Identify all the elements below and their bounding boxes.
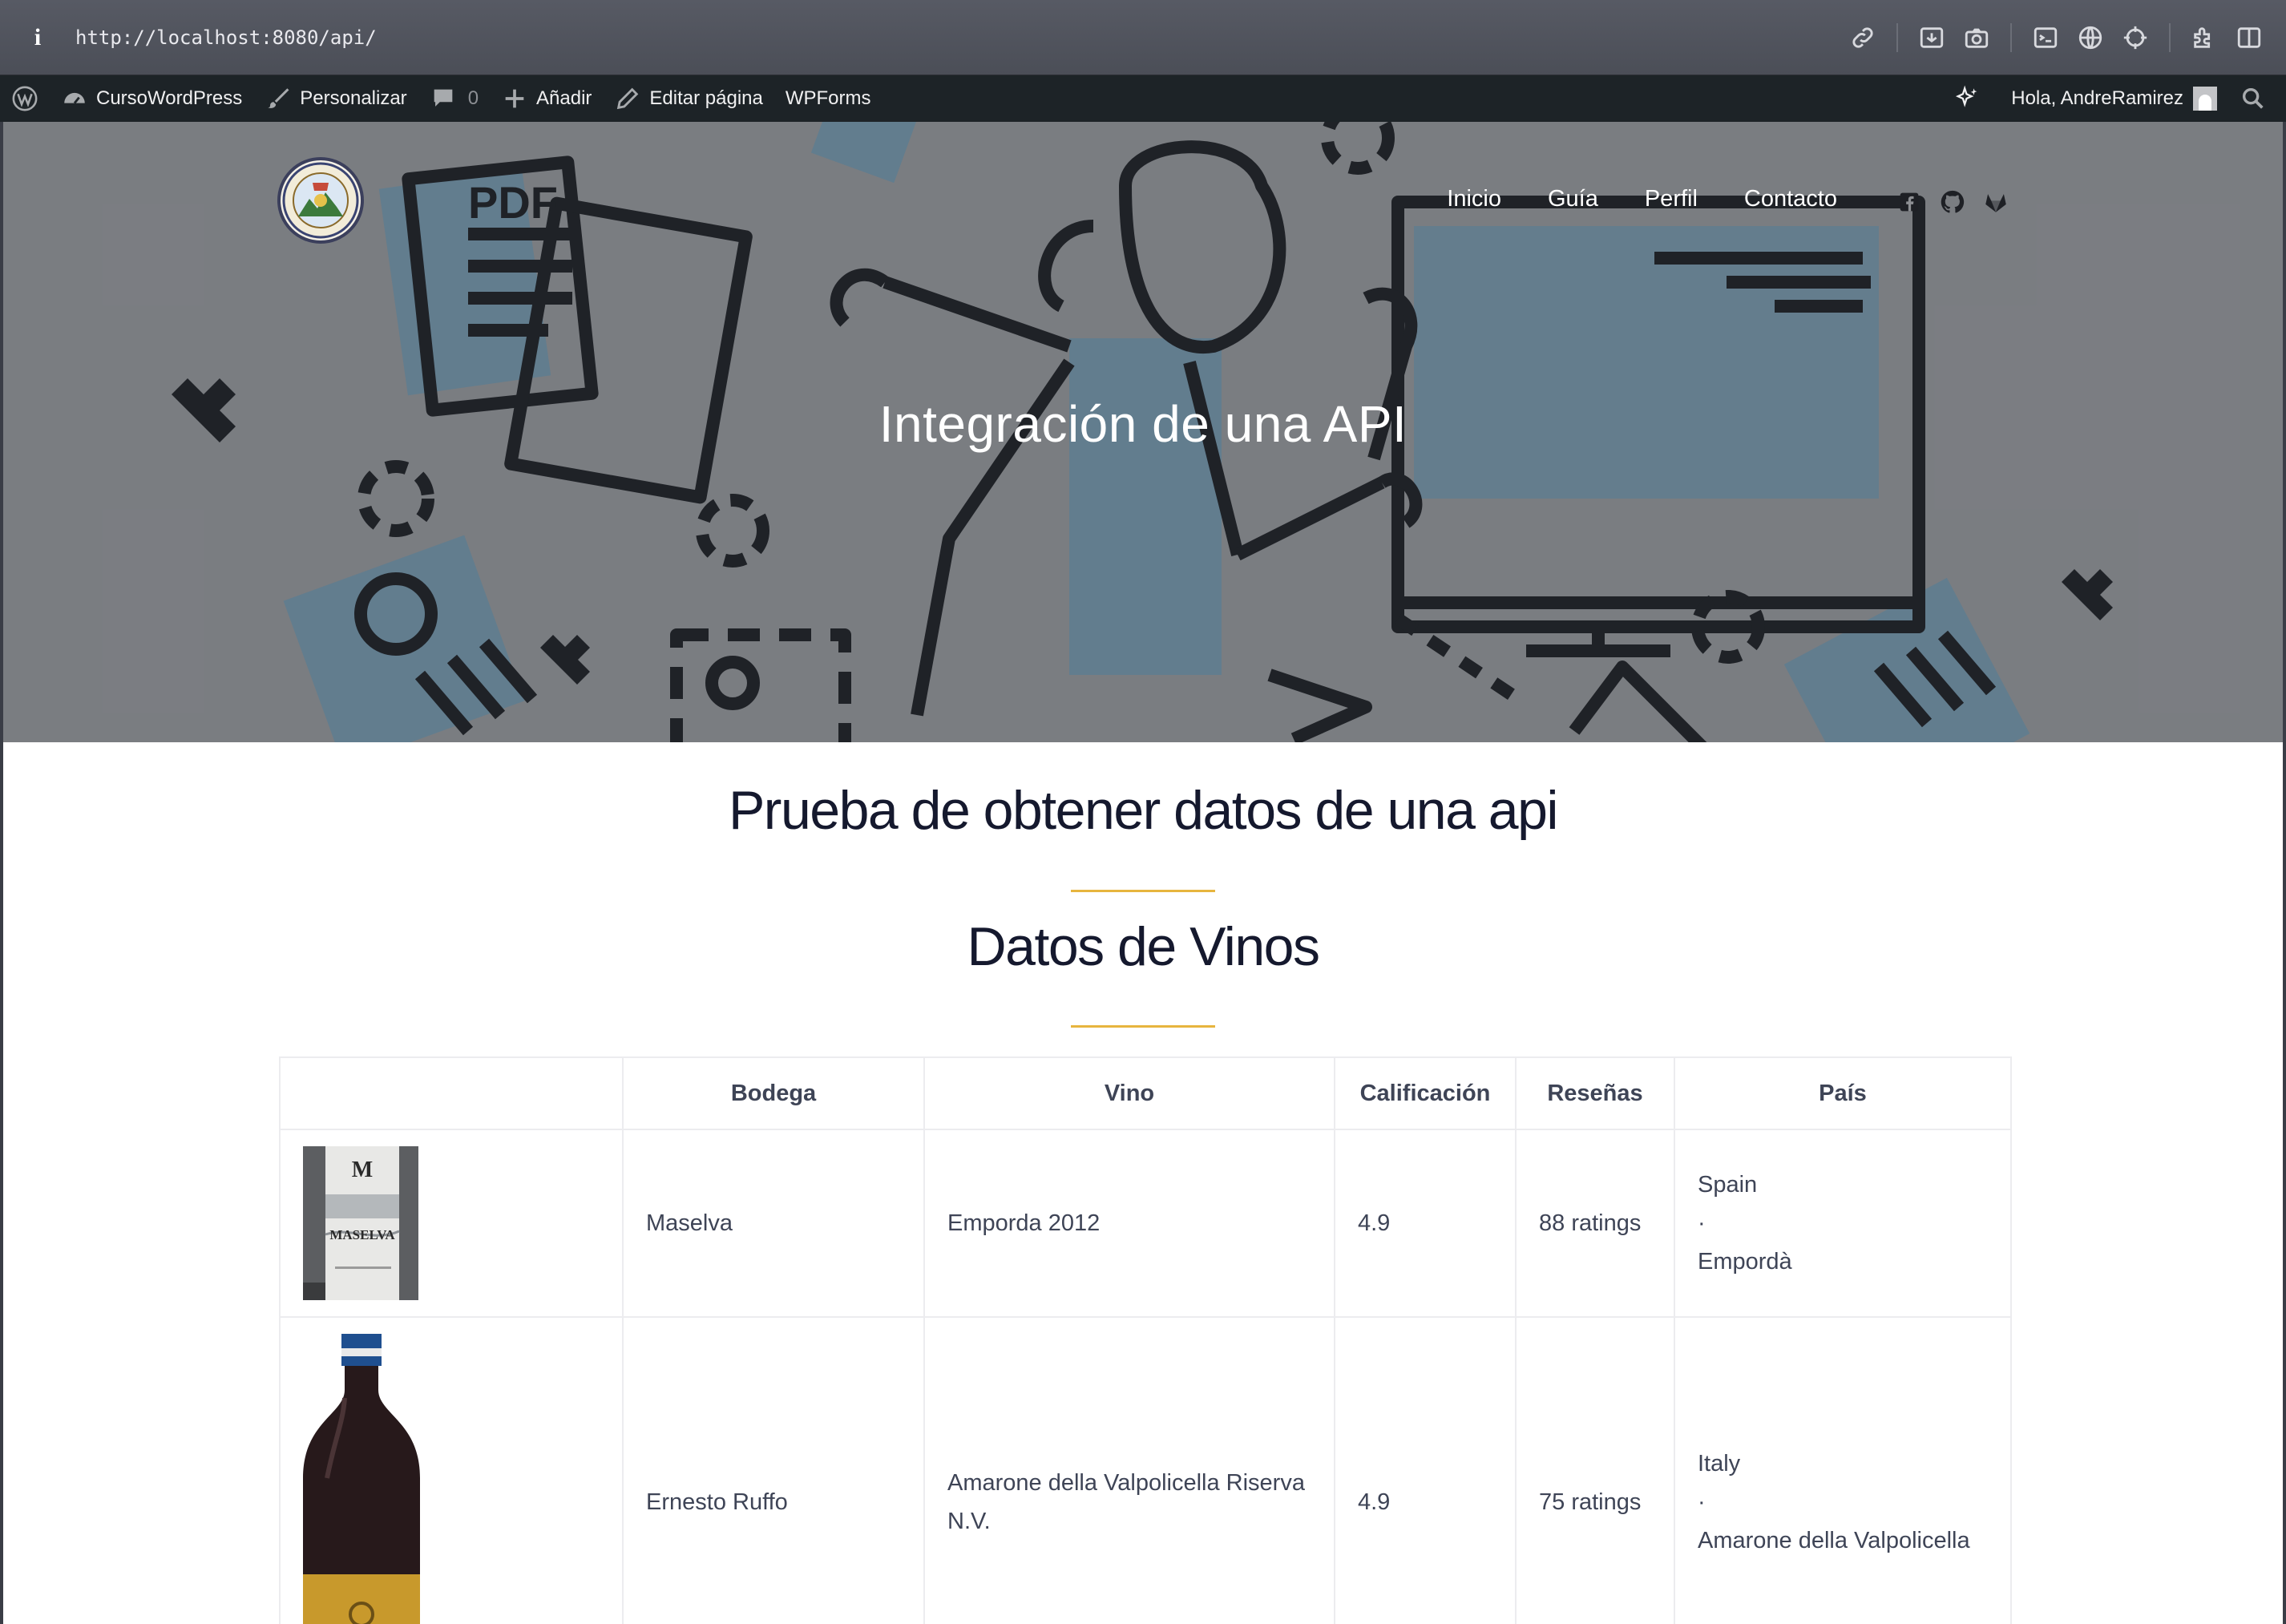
rating-cell: 4.9 bbox=[1334, 1316, 1517, 1624]
crosshair-icon[interactable] bbox=[2119, 22, 2151, 54]
gitlab-icon[interactable] bbox=[1981, 188, 2010, 216]
site-logo[interactable] bbox=[277, 157, 364, 244]
wine-image-cell bbox=[279, 1316, 624, 1624]
facebook-icon[interactable] bbox=[1895, 188, 1924, 216]
admin-customize-label: Personalizar bbox=[300, 87, 407, 109]
wine-name-cell: Emporda 2012 bbox=[923, 1129, 1335, 1318]
github-icon[interactable] bbox=[1938, 188, 1967, 216]
admin-search-icon[interactable] bbox=[2228, 75, 2286, 122]
column-header-image bbox=[279, 1056, 624, 1130]
column-header-bodega: Bodega bbox=[622, 1056, 925, 1130]
admin-customize[interactable]: Personalizar bbox=[253, 75, 418, 122]
location-cell: Spain · Empordà bbox=[1674, 1129, 2012, 1318]
table-row: M MASELVA Maselva Emporda 2012 4.9 88 ra… bbox=[279, 1129, 2012, 1318]
section-divider bbox=[1071, 1025, 1215, 1028]
table-row: Ernesto Ruffo Amarone della Valpolicella… bbox=[279, 1316, 2012, 1624]
nav-link-guia[interactable]: Guía bbox=[1548, 186, 1598, 212]
admin-wpforms-label: WPForms bbox=[785, 87, 871, 109]
extensions-icon[interactable] bbox=[2188, 22, 2220, 54]
comments-count: 0 bbox=[467, 87, 479, 109]
nav-link-inicio[interactable]: Inicio bbox=[1447, 186, 1501, 212]
screenshot-icon[interactable] bbox=[1916, 22, 1948, 54]
camera-icon[interactable] bbox=[1961, 22, 1993, 54]
section-heading: Datos de Vinos bbox=[967, 916, 1320, 977]
winery-cell: Maselva bbox=[622, 1129, 925, 1318]
column-header-resenas: Reseñas bbox=[1515, 1056, 1675, 1130]
table-header-row: Bodega Vino Calificación Reseñas País bbox=[279, 1056, 2012, 1130]
bottle-label-mark: M bbox=[352, 1157, 373, 1182]
browser-url-bar: i http://localhost:8080/api/ bbox=[0, 0, 2286, 75]
admin-comments[interactable]: 0 bbox=[418, 75, 490, 122]
admin-add-new[interactable]: Añadir bbox=[490, 75, 603, 122]
wine-image-cell: M MASELVA bbox=[279, 1129, 624, 1318]
heading-divider bbox=[1071, 890, 1215, 892]
hero-title: Integración de una API bbox=[878, 395, 1408, 453]
site-info-icon[interactable]: i bbox=[0, 24, 75, 51]
terminal-icon[interactable] bbox=[2030, 22, 2062, 54]
university-seal-icon bbox=[282, 162, 359, 239]
hero-banner: PDF Inicio Guía Perfil Contacto Integrac… bbox=[3, 122, 2283, 742]
wines-table: Bodega Vino Calificación Reseñas País M … bbox=[279, 1056, 2012, 1624]
page-content: PDF Inicio Guía Perfil Contacto Integrac… bbox=[3, 122, 2283, 1624]
reviews-cell: 88 ratings bbox=[1515, 1129, 1675, 1318]
wine-name-cell: Amarone della Valpolicella Riserva N.V. bbox=[923, 1316, 1335, 1624]
country-text: Spain bbox=[1698, 1172, 1758, 1198]
region-text: Empordà bbox=[1698, 1249, 1792, 1275]
nav-link-perfil[interactable]: Perfil bbox=[1645, 186, 1698, 212]
avatar bbox=[2193, 87, 2217, 111]
region-text: Amarone della Valpolicella bbox=[1698, 1528, 1970, 1553]
url-field[interactable]: http://localhost:8080/api/ bbox=[75, 26, 377, 49]
column-header-pais: País bbox=[1674, 1056, 2012, 1130]
admin-edit-page-label: Editar página bbox=[649, 87, 763, 109]
wordpress-logo-icon[interactable] bbox=[0, 75, 50, 122]
page-heading: Prueba de obtener datos de una api bbox=[728, 780, 1559, 841]
wine-bottle-image[interactable] bbox=[303, 1334, 420, 1624]
bottle-label-text: MASELVA bbox=[329, 1227, 395, 1242]
location-cell: Italy · Amarone della Valpolicella bbox=[1674, 1316, 2012, 1624]
sidebar-toggle-icon[interactable] bbox=[2233, 22, 2265, 54]
rating-cell: 4.9 bbox=[1334, 1129, 1517, 1318]
admin-site-name[interactable]: CursoWordPress bbox=[50, 75, 253, 122]
admin-add-new-label: Añadir bbox=[536, 87, 592, 109]
social-links bbox=[1880, 188, 2010, 216]
admin-account[interactable]: Hola, AndreRamirez bbox=[2000, 75, 2228, 122]
admin-greeting: Hola, AndreRamirez bbox=[2011, 87, 2183, 109]
location-separator: · bbox=[1698, 1210, 1706, 1236]
wine-bottle-image[interactable]: M MASELVA bbox=[303, 1146, 418, 1300]
globe-icon[interactable] bbox=[2074, 22, 2106, 54]
admin-site-name-label: CursoWordPress bbox=[96, 87, 243, 109]
main-nav: Inicio Guía Perfil Contacto bbox=[1400, 186, 1837, 212]
reviews-cell: 75 ratings bbox=[1515, 1316, 1675, 1624]
column-header-calificacion: Calificación bbox=[1334, 1056, 1517, 1130]
admin-edit-page[interactable]: Editar página bbox=[603, 75, 773, 122]
nav-link-contacto[interactable]: Contacto bbox=[1744, 186, 1837, 212]
browser-toolbar bbox=[1840, 0, 2272, 75]
link-icon[interactable] bbox=[1847, 22, 1879, 54]
country-text: Italy bbox=[1698, 1451, 1741, 1477]
ai-sparkle-icon[interactable] bbox=[1942, 75, 2000, 122]
winery-cell: Ernesto Ruffo bbox=[622, 1316, 925, 1624]
column-header-vino: Vino bbox=[923, 1056, 1335, 1130]
admin-wpforms[interactable]: WPForms bbox=[774, 75, 882, 122]
location-separator: · bbox=[1698, 1489, 1706, 1515]
wp-admin-bar: CursoWordPress Personalizar 0 Añadir Edi… bbox=[0, 75, 2286, 122]
